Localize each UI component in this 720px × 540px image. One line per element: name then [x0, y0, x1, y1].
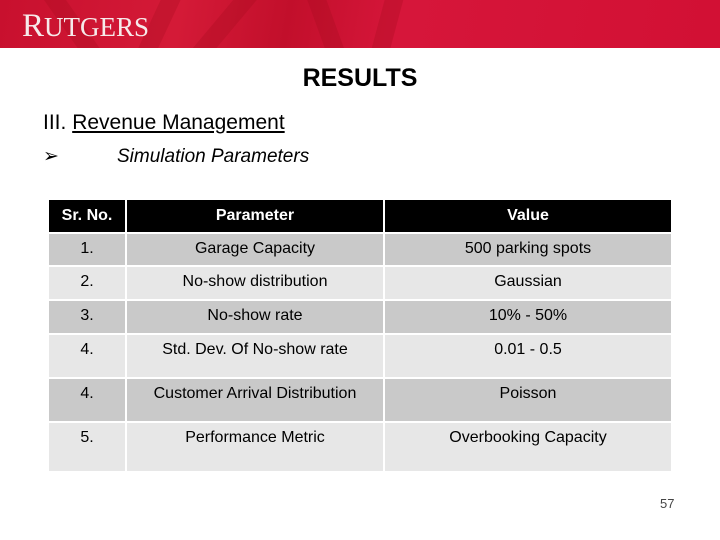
- banner-decoration: [179, 0, 264, 48]
- cell-value: 10% - 50%: [385, 301, 671, 333]
- banner-decoration: [361, 0, 408, 48]
- banner-decoration: [300, 0, 355, 48]
- header-parameter: Parameter: [127, 200, 383, 232]
- cell-sr-no: 3.: [49, 301, 125, 333]
- arrowhead-bullet-icon: ➢: [43, 146, 59, 167]
- section-number: III.: [43, 111, 67, 134]
- cell-parameter: No-show rate: [127, 301, 383, 333]
- page-number: 57: [660, 496, 675, 511]
- bullet-text: Simulation Parameters: [117, 146, 310, 167]
- cell-sr-no: 4.: [49, 335, 125, 377]
- section-heading: III. Revenue Management: [43, 111, 285, 135]
- rutgers-logo: RUTGERS: [22, 8, 150, 44]
- cell-value: 500 parking spots: [385, 234, 671, 265]
- table-row: 1. Garage Capacity 500 parking spots: [49, 234, 671, 265]
- cell-value: Poisson: [385, 379, 671, 421]
- cell-sr-no: 1.: [49, 234, 125, 265]
- header-sr-no: Sr. No.: [49, 200, 125, 232]
- table-row: 5. Performance Metric Overbooking Capaci…: [49, 423, 671, 471]
- header-banner: RUTGERS: [0, 0, 720, 48]
- header-value: Value: [385, 200, 671, 232]
- cell-parameter: Customer Arrival Distribution: [127, 379, 383, 421]
- table-row: 3. No-show rate 10% - 50%: [49, 301, 671, 333]
- cell-value: Gaussian: [385, 267, 671, 299]
- cell-sr-no: 2.: [49, 267, 125, 299]
- cell-parameter: Garage Capacity: [127, 234, 383, 265]
- cell-value: 0.01 - 0.5: [385, 335, 671, 377]
- cell-sr-no: 4.: [49, 379, 125, 421]
- cell-parameter: No-show distribution: [127, 267, 383, 299]
- cell-value: Overbooking Capacity: [385, 423, 671, 471]
- table-header-row: Sr. No. Parameter Value: [49, 200, 671, 232]
- bullet-item: ➢ Simulation Parameters: [43, 145, 309, 168]
- slide-title: RESULTS: [302, 64, 418, 92]
- table-row: 2. No-show distribution Gaussian: [49, 267, 671, 299]
- cell-parameter: Performance Metric: [127, 423, 383, 471]
- table-row: 4. Std. Dev. Of No-show rate 0.01 - 0.5: [49, 335, 671, 377]
- table-row: 4. Customer Arrival Distribution Poisson: [49, 379, 671, 421]
- section-title: Revenue Management: [72, 111, 285, 134]
- cell-parameter: Std. Dev. Of No-show rate: [127, 335, 383, 377]
- cell-sr-no: 5.: [49, 423, 125, 471]
- parameters-table: Sr. No. Parameter Value 1. Garage Capaci…: [47, 198, 673, 473]
